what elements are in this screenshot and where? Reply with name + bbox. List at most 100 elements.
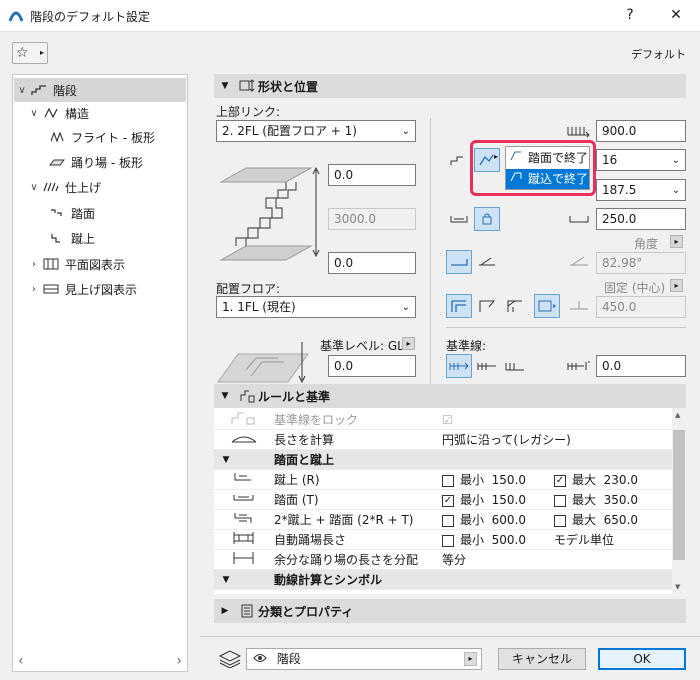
fixed-offset-field[interactable]: 450.0 (596, 296, 686, 318)
chevron-right-icon[interactable]: › (27, 259, 41, 270)
chevron-down-icon[interactable]: ∨ (27, 182, 41, 193)
tread-depth-field[interactable]: 250.0 (596, 208, 686, 230)
section-rules-header[interactable]: ▼ ルールと基準 (214, 384, 686, 408)
min-checkbox[interactable] (442, 534, 454, 547)
section-classification-header[interactable]: ▶ 分類とプロパティ (214, 599, 686, 623)
max-checkbox[interactable] (554, 494, 566, 507)
close-button[interactable]: ✕ (666, 5, 686, 25)
max-label: 最大 (572, 493, 597, 507)
top-offset-field[interactable]: 0.0 (328, 164, 416, 186)
min-value[interactable]: 150.0 (492, 493, 526, 507)
tree-item-stair[interactable]: ∨ 階段 (15, 79, 77, 101)
eye-icon[interactable] (253, 651, 267, 667)
tree-item-flight[interactable]: フライト - 板形 (47, 126, 155, 148)
rule-value[interactable]: 円弧に沿って(レガシー) (442, 431, 571, 448)
min-value[interactable]: 600.0 (492, 513, 526, 527)
end-with-riser-item[interactable]: 蹴込で終了 (506, 169, 589, 189)
table-row[interactable]: 蹴上 (R) 最小 150.0 ✓ 最大 230.0 (214, 470, 672, 490)
bottom-offset-field[interactable]: 0.0 (328, 252, 416, 274)
end-with-tread-item[interactable]: 踏面で終了 (506, 148, 589, 168)
ref-level-label: 基準レベル: GL (320, 339, 404, 353)
tree-item-ceiling[interactable]: › 見上げ図表示 (27, 278, 137, 300)
table-row[interactable]: 基準線をロック ☑ (214, 410, 672, 430)
default-label: デフォルト (631, 48, 686, 61)
baseline-offset-field[interactable]: 0.0 (596, 355, 686, 377)
geometry-menu-button[interactable] (534, 294, 560, 318)
angle-menu-button[interactable]: ▸ (670, 235, 683, 248)
table-row[interactable]: 自動踊場長さ 最小 500.0 モデル単位 (214, 530, 672, 550)
table-group-row[interactable]: ▼ 踏面と蹴上 (214, 450, 672, 470)
tread-lock-button[interactable] (474, 207, 500, 231)
tread-depth-icon[interactable] (446, 207, 472, 231)
tree-item-riser[interactable]: 蹴上 (47, 227, 95, 249)
tree-item-tread[interactable]: 踏面 (47, 202, 95, 224)
top-link-select[interactable]: 2. 2FL (配置フロア + 1) ⌄ (216, 120, 416, 142)
riser-count-select[interactable]: 16 ⌄ (596, 149, 686, 171)
rules-vertical-scrollbar[interactable]: ▲ ▼ (672, 408, 686, 594)
min-checkbox[interactable] (442, 514, 454, 527)
scroll-down-icon[interactable]: ▼ (675, 583, 680, 591)
scroll-left-icon[interactable]: ‹ (18, 652, 24, 670)
scroll-thumb[interactable] (673, 430, 685, 560)
ref-level-field[interactable]: 0.0 (328, 355, 416, 377)
section-shape-header[interactable]: ▼ 形状と位置 (214, 74, 686, 98)
min-value[interactable]: 500.0 (492, 533, 526, 547)
min-checkbox[interactable]: ✓ (442, 494, 454, 507)
fixed-menu-button[interactable]: ▸ (670, 279, 683, 292)
max-checkbox[interactable]: ✓ (554, 474, 566, 487)
tree-horizontal-scrollbar[interactable]: ‹ › (14, 652, 186, 670)
rule-value-checkbox[interactable]: ☑ (442, 413, 453, 427)
chevron-down-icon[interactable]: ▼ (214, 455, 238, 465)
angle-mode-button[interactable] (474, 250, 500, 274)
baseline-center-button[interactable] (474, 354, 500, 378)
home-story-select[interactable]: 1. 1FL (現在) ⌄ (216, 296, 416, 318)
ok-button[interactable]: OK (598, 648, 686, 670)
chevron-down-icon[interactable]: ∨ (27, 108, 41, 119)
total-width-field[interactable]: 900.0 (596, 120, 686, 142)
table-row[interactable]: 長さを計算 円弧に沿って(レガシー) (214, 430, 672, 450)
geometry-winder-button[interactable] (502, 294, 528, 318)
chevron-down-icon[interactable]: ▼ (214, 391, 236, 401)
favorites-button[interactable]: ☆ ▸ (12, 42, 48, 64)
scroll-right-icon[interactable]: › (176, 652, 182, 670)
tree-item-finish[interactable]: ∨ 仕上げ (27, 176, 101, 198)
riser-height-select[interactable]: 187.5 ⌄ (596, 179, 686, 201)
distribute-landing-icon (214, 550, 274, 569)
min-checkbox[interactable] (442, 474, 454, 487)
max-value[interactable]: 650.0 (604, 513, 638, 527)
auto-landing-icon (214, 530, 274, 549)
angle-field[interactable]: 82.98° (596, 252, 686, 274)
table-row[interactable]: 踏面 (T) ✓ 最小 150.0 最大 350.0 (214, 490, 672, 510)
stair-type-icon[interactable] (446, 148, 472, 172)
tree-item-structure[interactable]: ∨ 構造 (27, 102, 89, 124)
ref-level-menu-button[interactable]: ▸ (402, 337, 415, 350)
min-value[interactable]: 150.0 (492, 473, 526, 487)
tree-item-label: 階段 (53, 83, 78, 98)
table-group-row[interactable]: ▼ 動線計算とシンボル (214, 570, 672, 590)
chevron-right-icon[interactable]: › (27, 284, 41, 295)
chevron-down-icon[interactable]: ▼ (214, 575, 238, 585)
geometry-turn-button[interactable] (474, 294, 500, 318)
table-row[interactable]: 余分な踊り場の長さを分配 等分 (214, 550, 672, 570)
chevron-down-icon[interactable]: ∨ (15, 85, 29, 96)
tree-item-floorplan[interactable]: › 平面図表示 (27, 253, 125, 275)
walkline-mode-button[interactable] (446, 250, 472, 274)
layer-menu-button[interactable]: ▸ (464, 652, 477, 666)
rule-value[interactable]: 等分 (442, 551, 466, 568)
help-button[interactable]: ? (620, 5, 640, 25)
chevron-down-icon[interactable]: ▼ (214, 81, 236, 91)
cancel-button[interactable]: キャンセル (498, 648, 586, 670)
chevron-right-icon[interactable]: ▶ (214, 606, 236, 616)
baseline-left-button[interactable] (446, 354, 472, 378)
geometry-straight-button[interactable] (446, 294, 472, 318)
layer-select[interactable]: 階段 ▸ (246, 648, 482, 670)
max-checkbox[interactable] (554, 514, 566, 527)
tree-item-landing[interactable]: 踊り場 - 板形 (47, 151, 143, 173)
baseline-right-button[interactable] (502, 354, 528, 378)
max-value[interactable]: 350.0 (604, 493, 638, 507)
shape-position-icon (236, 79, 258, 93)
scroll-up-icon[interactable]: ▲ (675, 411, 680, 419)
stair-height-field[interactable]: 3000.0 (328, 208, 416, 230)
max-value[interactable]: 230.0 (604, 473, 638, 487)
table-row[interactable]: 2*蹴上 + 踏面 (2*R + T) 最小 600.0 最大 650.0 (214, 510, 672, 530)
